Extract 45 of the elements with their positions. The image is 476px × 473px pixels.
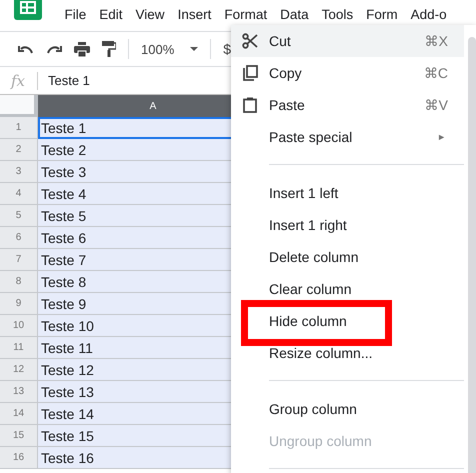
row-header[interactable]: 4 xyxy=(0,183,38,205)
row-header[interactable]: 11 xyxy=(0,337,38,359)
row-header[interactable]: 5 xyxy=(0,205,38,227)
redo-icon[interactable] xyxy=(46,44,62,54)
menu-item[interactable]: Form xyxy=(360,7,404,22)
shortcut-text: ⌘V xyxy=(424,97,448,113)
row-header[interactable]: 3 xyxy=(0,161,38,183)
row-header[interactable]: 14 xyxy=(0,403,38,425)
menu-item[interactable]: Copy ⌘C xyxy=(231,57,464,89)
row-header[interactable]: 16 xyxy=(0,447,38,469)
undo-icon[interactable] xyxy=(18,44,34,54)
row-header[interactable]: 13 xyxy=(0,381,38,403)
row-header[interactable]: 15 xyxy=(0,425,38,447)
menu-item[interactable]: Add-o xyxy=(404,7,454,22)
shortcut-text: ⌘C xyxy=(424,65,448,81)
copy-icon xyxy=(242,65,258,81)
menu-item[interactable]: View xyxy=(129,7,172,22)
menu-item[interactable]: Cut ⌘X xyxy=(231,25,464,57)
row-header[interactable]: 2 xyxy=(0,139,38,161)
clipboard-icon xyxy=(243,97,257,113)
sheets-logo-icon[interactable] xyxy=(14,0,42,20)
zoom-dropdown[interactable]: 100% xyxy=(141,42,198,56)
formula-icon: fx xyxy=(3,72,33,90)
menu-item[interactable]: Data xyxy=(274,7,316,22)
menu-item[interactable]: Format xyxy=(218,7,274,22)
menu-item[interactable]: Insert xyxy=(171,7,218,22)
paint-format-icon[interactable] xyxy=(102,41,116,57)
print-icon[interactable] xyxy=(74,42,90,56)
row-header[interactable]: 8 xyxy=(0,271,38,293)
row-header[interactable]: 9 xyxy=(0,293,38,315)
caret-icon xyxy=(190,47,198,51)
menu-item[interactable]: File xyxy=(58,7,93,22)
menu-item[interactable]: Tools xyxy=(315,7,360,22)
shortcut-text: ⌘X xyxy=(424,33,448,49)
row-header[interactable]: 10 xyxy=(0,315,38,337)
currency-button[interactable]: $ xyxy=(223,41,232,57)
row-header[interactable]: 7 xyxy=(0,249,38,271)
row-header[interactable]: 1 xyxy=(0,117,38,139)
formula-field[interactable]: Teste 1 xyxy=(48,73,90,88)
row-header[interactable]: 12 xyxy=(0,359,38,381)
menu-item[interactable]: Edit xyxy=(92,7,130,22)
row-header[interactable]: 6 xyxy=(0,227,38,249)
scissors-icon xyxy=(242,33,258,49)
scrollbar[interactable] xyxy=(468,37,476,473)
submenu-arrow-icon: ► xyxy=(437,132,446,142)
